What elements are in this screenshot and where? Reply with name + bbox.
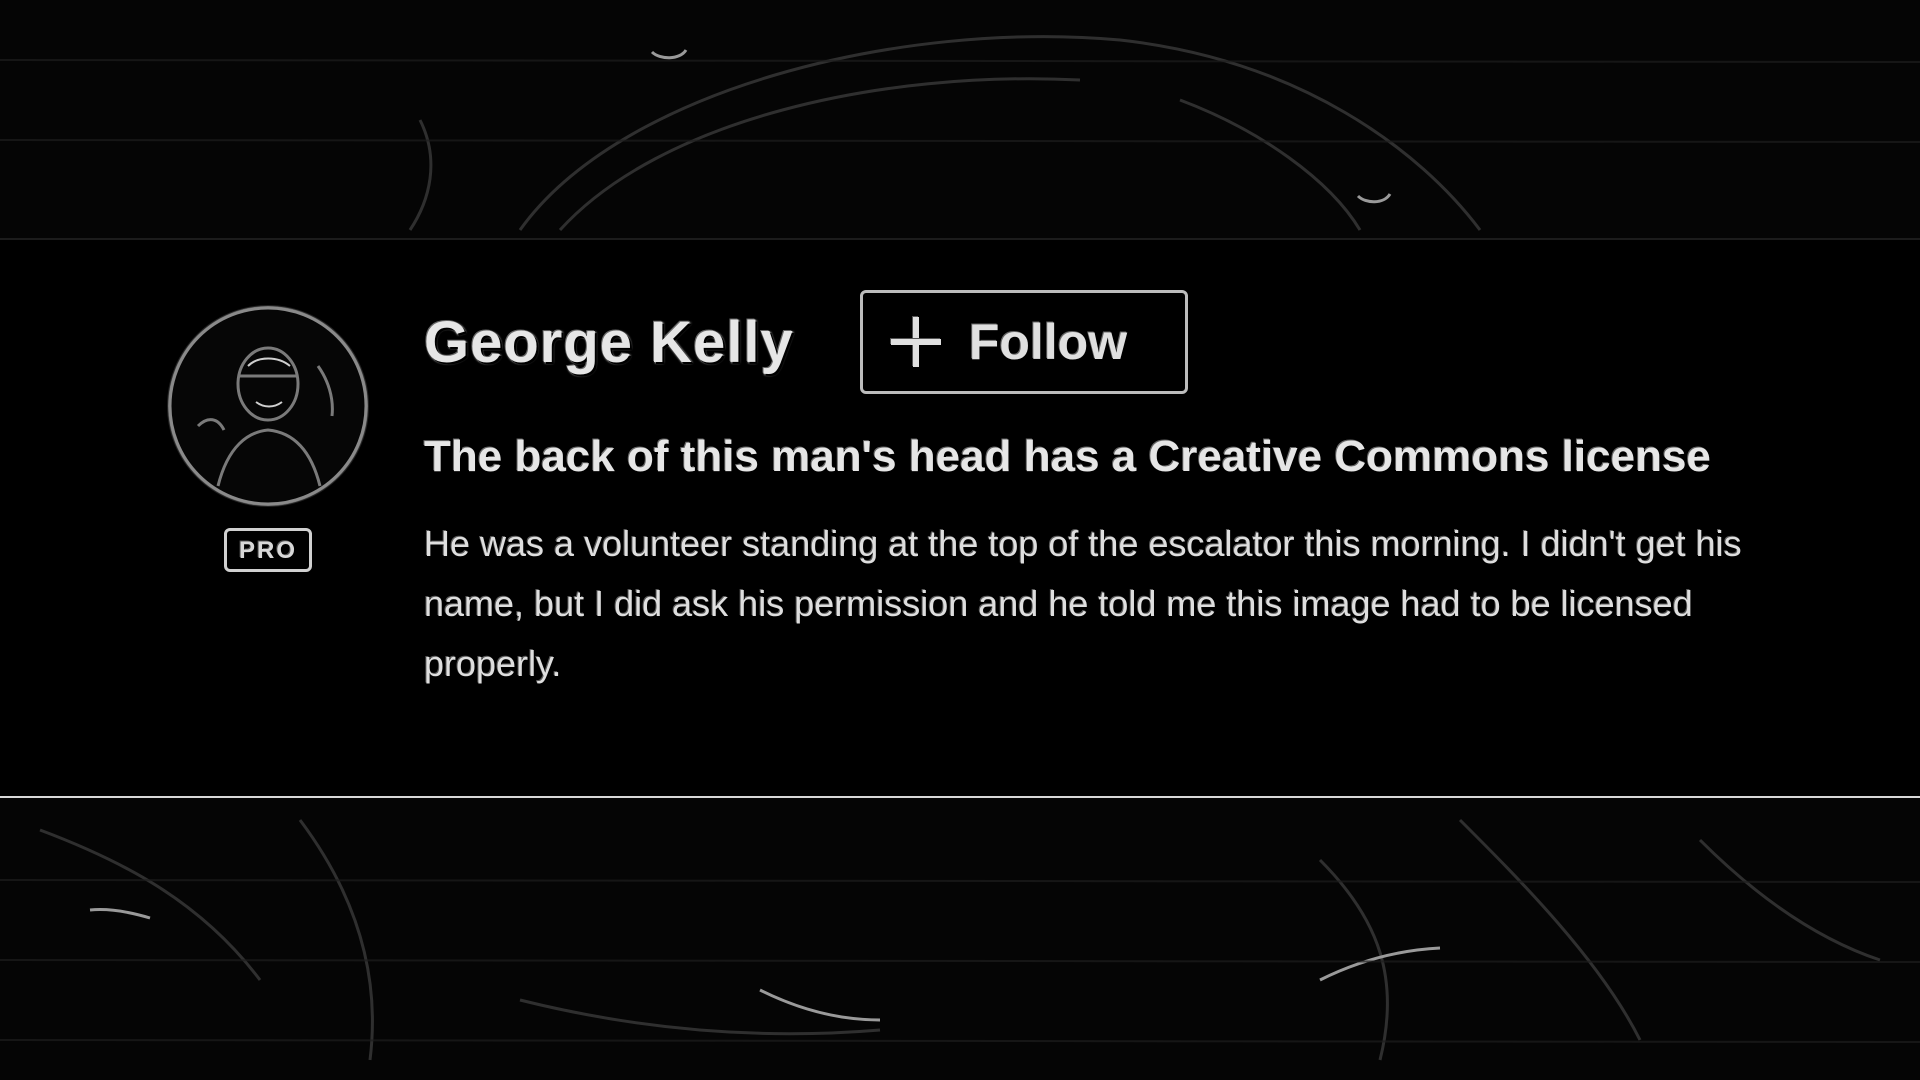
plus-icon (890, 317, 941, 367)
photo-details: George Kelly Follow The back of this man… (424, 290, 1824, 694)
photo-title: The back of this man's head has a Creati… (424, 432, 1711, 481)
photo-description: He was a volunteer standing at the top o… (424, 523, 1742, 684)
follow-button-label: Follow (968, 314, 1128, 370)
owner-name-link[interactable]: George Kelly (424, 309, 794, 376)
photo-info-panel: PRO George Kelly Follow The back of this… (0, 238, 1920, 798)
owner-row: George Kelly Follow (424, 290, 1824, 394)
avatar[interactable] (168, 306, 368, 506)
avatar-image (168, 306, 368, 506)
photo-page: PRO George Kelly Follow The back of this… (0, 0, 1920, 1080)
pro-badge: PRO (224, 528, 312, 572)
owner-avatar-block: PRO (168, 306, 368, 572)
follow-button[interactable]: Follow (859, 290, 1188, 394)
